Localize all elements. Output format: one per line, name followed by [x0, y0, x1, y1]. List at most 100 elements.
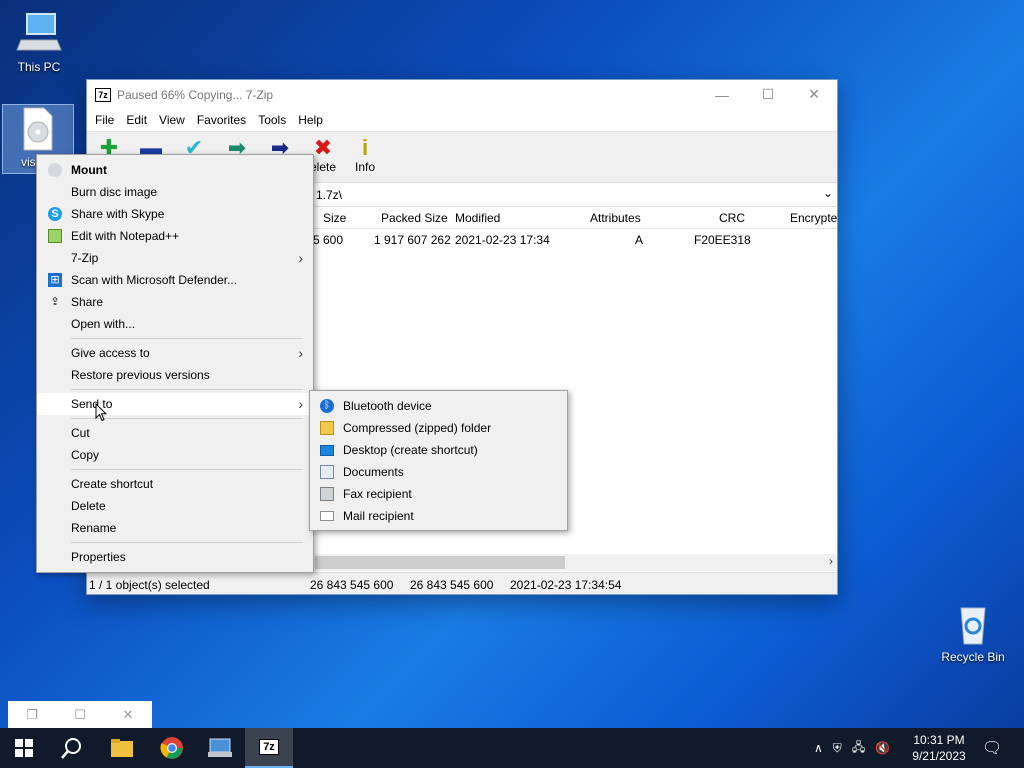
- cell-size: 5 600: [313, 233, 344, 247]
- status-bar: 1 / 1 object(s) selected 26 843 545 600 …: [87, 572, 837, 594]
- col-packed-size[interactable]: Packed Size: [381, 211, 448, 225]
- menu-item-delete[interactable]: Delete: [37, 495, 313, 517]
- menu-item-cut[interactable]: Cut: [37, 422, 313, 444]
- volume-muted-icon[interactable]: 🔇: [875, 741, 890, 755]
- col-crc[interactable]: CRC: [719, 211, 745, 225]
- recycle-bin-desktop-icon[interactable]: Recycle Bin: [937, 600, 1009, 664]
- send-to-documents[interactable]: Documents: [310, 461, 567, 483]
- window-titlebar[interactable]: 7z Paused 66% Copying... 7-Zip — ☐ ✕: [87, 80, 837, 109]
- menu-item-7zip[interactable]: 7-Zip ›: [37, 247, 313, 269]
- submenu-arrow-icon: ›: [298, 345, 303, 361]
- control-panel-icon: [208, 738, 232, 757]
- menu-item-share-with-skype[interactable]: S Share with Skype: [37, 203, 313, 225]
- menu-item-copy[interactable]: Copy: [37, 444, 313, 466]
- menu-item-give-access-to[interactable]: Give access to ›: [37, 342, 313, 364]
- menu-separator: [71, 338, 303, 339]
- info-icon: i: [361, 135, 369, 160]
- info-label: Info: [354, 160, 375, 174]
- this-pc-label: This PC: [17, 60, 61, 74]
- col-size[interactable]: Size: [323, 211, 346, 225]
- windows-logo-icon: [15, 739, 33, 757]
- menu-separator: [71, 389, 303, 390]
- clock[interactable]: 10:31 PM 9/21/2023: [906, 728, 972, 768]
- disc-image-file-icon: [14, 105, 62, 153]
- cell-crc: F20EE318: [694, 233, 751, 247]
- chevron-down-icon[interactable]: ⌄: [823, 186, 833, 200]
- search-button[interactable]: [48, 728, 96, 768]
- start-button[interactable]: [0, 728, 48, 768]
- menu-item-share[interactable]: ⇪ Share: [37, 291, 313, 313]
- security-icon[interactable]: ⛨: [833, 741, 842, 756]
- network-icon[interactable]: 🖧: [852, 738, 865, 759]
- submenu-arrow-icon: ›: [298, 250, 303, 266]
- menu-item-burn-disc-image[interactable]: Burn disc image: [37, 181, 313, 203]
- this-pc-desktop-icon[interactable]: This PC: [3, 10, 75, 74]
- defender-shield-icon: ⊞: [48, 273, 62, 287]
- status-modified: 2021-02-23 17:34:54: [510, 578, 622, 592]
- fax-icon: [320, 487, 334, 501]
- menu-tools[interactable]: Tools: [252, 113, 292, 127]
- menu-edit[interactable]: Edit: [120, 113, 153, 127]
- menu-item-edit-notepadpp[interactable]: Edit with Notepad++: [37, 225, 313, 247]
- menu-item-rename[interactable]: Rename: [37, 517, 313, 539]
- chrome-taskbar-button[interactable]: [148, 728, 196, 768]
- info-button[interactable]: i Info: [343, 135, 387, 175]
- notification-icon: 🗨: [982, 740, 1003, 757]
- menu-view[interactable]: View: [153, 113, 191, 127]
- status-size: 26 843 545 600: [310, 578, 394, 592]
- send-to-desktop[interactable]: Desktop (create shortcut): [310, 439, 567, 461]
- notepadpp-icon: [48, 229, 62, 243]
- menu-item-restore-previous-versions[interactable]: Restore previous versions: [37, 364, 313, 386]
- cell-attributes: A: [635, 233, 644, 247]
- disc-icon: [48, 163, 62, 177]
- restore-icon[interactable]: ❐: [8, 701, 56, 728]
- menu-item-send-to[interactable]: Send to ›: [37, 393, 313, 415]
- menu-item-create-shortcut[interactable]: Create shortcut: [37, 473, 313, 495]
- menu-help[interactable]: Help: [292, 113, 329, 127]
- menu-separator: [71, 469, 303, 470]
- folder-icon: [111, 739, 133, 757]
- minimize-button[interactable]: —: [699, 80, 745, 109]
- sevenzip-taskbar-button[interactable]: 7z: [245, 728, 293, 768]
- menu-item-open-with[interactable]: Open with...: [37, 313, 313, 335]
- close-button[interactable]: ✕: [791, 80, 837, 109]
- menu-file[interactable]: File: [89, 113, 120, 127]
- share-icon: ⇪: [50, 296, 60, 308]
- send-to-compressed-folder[interactable]: Compressed (zipped) folder: [310, 417, 567, 439]
- close-icon[interactable]: ✕: [104, 701, 152, 728]
- context-menu: Mount Burn disc image S Share with Skype…: [36, 154, 314, 573]
- scroll-right-icon[interactable]: ›: [829, 554, 833, 568]
- send-to-fax[interactable]: Fax recipient: [310, 483, 567, 505]
- send-to-submenu: ᛒ Bluetooth device Compressed (zipped) f…: [309, 390, 568, 531]
- control-panel-taskbar-button[interactable]: [196, 728, 244, 768]
- col-attributes[interactable]: Attributes: [590, 211, 641, 225]
- submenu-arrow-icon: ›: [298, 396, 303, 412]
- maximize-button[interactable]: ☐: [745, 80, 791, 109]
- col-modified[interactable]: Modified: [455, 211, 500, 225]
- menu-favorites[interactable]: Favorites: [191, 113, 252, 127]
- notifications-button[interactable]: 🗨: [982, 728, 1002, 768]
- menu-bar: File Edit View Favorites Tools Help: [87, 109, 837, 131]
- computer-icon: [15, 10, 63, 58]
- taskbar: 7z ∧ ⛨ 🖧 🔇 10:31 PM 9/21/2023 🗨: [0, 728, 1024, 768]
- send-to-bluetooth[interactable]: ᛒ Bluetooth device: [310, 395, 567, 417]
- chrome-icon: [160, 737, 183, 759]
- send-to-mail[interactable]: Mail recipient: [310, 505, 567, 527]
- menu-item-scan-defender[interactable]: ⊞ Scan with Microsoft Defender...: [37, 269, 313, 291]
- col-encrypted[interactable]: Encrypte: [790, 211, 837, 225]
- menu-item-properties[interactable]: Properties: [37, 546, 313, 568]
- mouse-cursor-icon: [95, 403, 107, 422]
- search-icon: [61, 738, 81, 759]
- address-path: 1.7z\: [316, 188, 343, 202]
- skype-icon: S: [48, 207, 62, 221]
- chevron-up-icon[interactable]: ∧: [814, 741, 823, 755]
- status-selected: 1 / 1 object(s) selected: [89, 578, 210, 592]
- menu-separator: [71, 542, 303, 543]
- scrollbar-thumb[interactable]: [315, 556, 565, 569]
- maximize-icon[interactable]: ☐: [56, 701, 104, 728]
- zip-folder-icon: [320, 421, 334, 435]
- file-explorer-taskbar-button[interactable]: [98, 728, 146, 768]
- system-tray: ∧ ⛨ 🖧 🔇: [814, 728, 890, 768]
- menu-item-mount[interactable]: Mount: [37, 159, 313, 181]
- status-packed: 26 843 545 600: [410, 578, 494, 592]
